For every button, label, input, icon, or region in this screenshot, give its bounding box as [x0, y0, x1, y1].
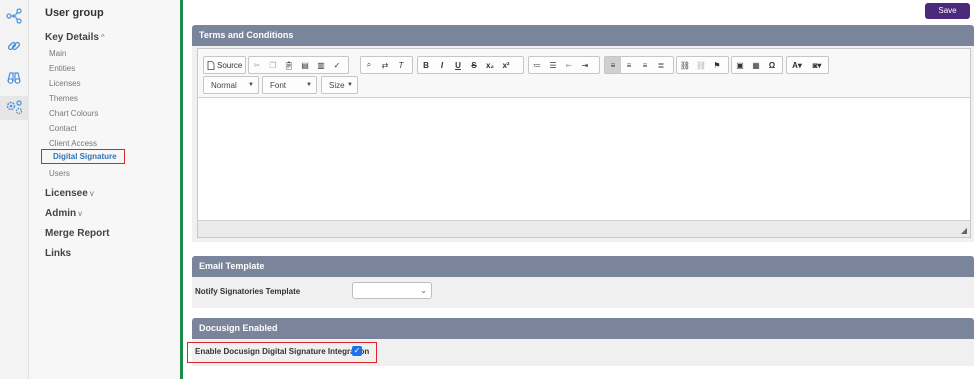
chevron-down-icon: ⌄: [420, 286, 427, 295]
image-icon[interactable]: ▣: [732, 57, 748, 73]
bulleted-list-icon[interactable]: ☰: [545, 57, 561, 73]
special-char-icon[interactable]: Ω: [764, 57, 780, 73]
sidebar-item-links[interactable]: Links: [45, 248, 71, 259]
icon-rail: [0, 0, 29, 379]
sidebar-item-entities[interactable]: Entities: [49, 64, 75, 73]
find-icon[interactable]: ⌕: [361, 57, 377, 73]
binoculars-icon[interactable]: [6, 69, 22, 85]
document-icon: [207, 60, 215, 70]
sidebar-item-client-access[interactable]: Client Access: [49, 139, 97, 148]
email-panel-header: Email Template: [192, 256, 974, 277]
resize-handle-icon[interactable]: ◢: [961, 226, 967, 235]
find-group: ⌕ ⇄ T: [360, 56, 413, 74]
caret-down-icon: ▼: [306, 82, 312, 88]
align-justify-icon[interactable]: ≣: [653, 57, 669, 73]
clipboard-group: ✂ ❐ 📋︎ ▤ ▥ ✓: [248, 56, 349, 74]
editor-footer: ◢: [198, 220, 970, 237]
numbered-list-icon[interactable]: ≔: [529, 57, 545, 73]
insert-group: ▣ ▦ Ω: [731, 56, 783, 74]
spellcheck-icon[interactable]: ✓: [329, 57, 345, 73]
chevron-up-icon: ^: [100, 33, 105, 42]
cut-icon[interactable]: ✂: [249, 57, 265, 73]
sidebar-group-label: Licensee: [45, 188, 88, 199]
sidebar-item-chart-colours[interactable]: Chart Colours: [49, 109, 98, 118]
save-button[interactable]: Save: [925, 3, 970, 19]
align-center-icon[interactable]: ≡: [621, 57, 637, 73]
sidebar-group-admin[interactable]: Admin v: [45, 208, 82, 219]
align-group: ≡ ≡ ≡ ≣: [604, 56, 674, 74]
docusign-panel-header: Docusign Enabled: [192, 318, 974, 339]
enable-docusign-label: Enable Docusign Digital Signature Integr…: [195, 347, 370, 356]
remove-format-icon[interactable]: T: [393, 57, 409, 73]
insert-link-icon[interactable]: ⛓: [677, 57, 693, 73]
sidebar-group-key-details[interactable]: Key Details ^: [45, 32, 105, 43]
settings-network-icon[interactable]: [0, 96, 29, 120]
basic-styles-group: B I U S x₂ x²: [417, 56, 524, 74]
editor-toolbar: Source ✂ ❐ 📋︎ ▤ ▥ ✓ ⌕ ⇄ T B I U S x₂ x²: [198, 49, 970, 98]
link-icon[interactable]: [6, 38, 22, 54]
superscript-icon[interactable]: x²: [498, 57, 514, 73]
paste-icon[interactable]: 📋︎: [281, 57, 297, 73]
bold-icon[interactable]: B: [418, 57, 434, 73]
sidebar-item-contact[interactable]: Contact: [49, 124, 77, 133]
network-icon[interactable]: [6, 8, 22, 24]
indent-icon[interactable]: ⇥: [577, 57, 593, 73]
text-color-icon[interactable]: A▾: [787, 57, 807, 73]
copy-icon[interactable]: ❐: [265, 57, 281, 73]
size-combo-label: Size: [329, 81, 345, 90]
format-combo[interactable]: Normal ▼: [203, 76, 259, 94]
align-right-icon[interactable]: ≡: [637, 57, 653, 73]
list-group: ≔ ☰ ⇤ ⇥: [528, 56, 600, 74]
enable-docusign-checkbox[interactable]: ✓: [352, 346, 362, 356]
sidebar-item-digital-signature[interactable]: Digital Signature: [41, 149, 125, 164]
notify-signatories-select[interactable]: ⌄: [352, 282, 432, 299]
subscript-icon[interactable]: x₂: [482, 57, 498, 73]
size-combo[interactable]: Size ▼: [321, 76, 358, 94]
replace-icon[interactable]: ⇄: [377, 57, 393, 73]
align-left-icon[interactable]: ≡: [605, 57, 621, 73]
font-combo-label: Font: [270, 81, 287, 90]
sidebar-title: User group: [45, 7, 104, 19]
rich-text-editor: Source ✂ ❐ 📋︎ ▤ ▥ ✓ ⌕ ⇄ T B I U S x₂ x²: [197, 48, 971, 238]
sidebar-item-themes[interactable]: Themes: [49, 94, 78, 103]
underline-icon[interactable]: U: [450, 57, 466, 73]
link-group: ⛓ ⛓ ⚑: [676, 56, 729, 74]
table-icon[interactable]: ▦: [748, 57, 764, 73]
notify-signatories-label: Notify Signatories Template: [195, 287, 301, 296]
email-panel-body: [192, 277, 974, 308]
anchor-flag-icon[interactable]: ⚑: [709, 57, 725, 73]
background-color-icon[interactable]: ◙▾: [807, 57, 827, 73]
color-group: A▾ ◙▾: [786, 56, 829, 74]
sidebar-item-licenses[interactable]: Licenses: [49, 79, 81, 88]
caret-down-icon: ▼: [248, 82, 254, 88]
sidebar-group-label: Key Details: [45, 32, 99, 43]
caret-down-icon: ▼: [347, 82, 353, 88]
paste-text-icon[interactable]: ▤: [297, 57, 313, 73]
source-label: Source: [217, 60, 243, 70]
format-combo-label: Normal: [211, 81, 237, 90]
sidebar-group-licensee[interactable]: Licensee v: [45, 188, 94, 199]
sidebar-item-main[interactable]: Main: [49, 49, 66, 58]
paste-word-icon[interactable]: ▥: [313, 57, 329, 73]
source-group: Source: [203, 56, 246, 74]
sidebar: User group Key Details ^ Main Entities Li…: [29, 0, 183, 379]
editor-content-area[interactable]: [198, 98, 970, 220]
italic-icon[interactable]: I: [434, 57, 450, 73]
strikethrough-icon[interactable]: S: [466, 57, 482, 73]
outdent-icon[interactable]: ⇤: [561, 57, 577, 73]
font-combo[interactable]: Font ▼: [262, 76, 317, 94]
sidebar-group-label: Admin: [45, 208, 77, 219]
source-button[interactable]: Source: [204, 57, 245, 73]
chevron-down-icon: v: [89, 189, 94, 198]
sidebar-item-users[interactable]: Users: [49, 169, 70, 178]
chevron-down-icon: v: [78, 209, 83, 218]
terms-panel-header: Terms and Conditions: [192, 25, 974, 46]
sidebar-item-merge-report[interactable]: Merge Report: [45, 228, 109, 239]
unlink-icon[interactable]: ⛓: [693, 57, 709, 73]
